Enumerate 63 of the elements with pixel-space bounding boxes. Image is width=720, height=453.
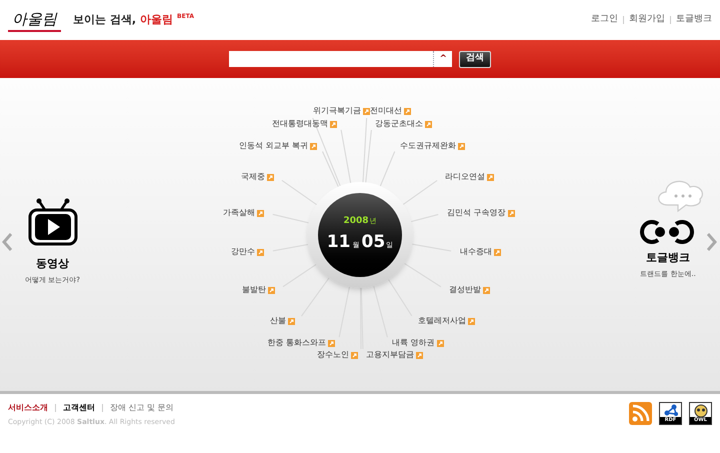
logo[interactable]: 아울림 (8, 8, 61, 32)
footer-link[interactable]: 서비스소개 (8, 402, 48, 414)
header-link[interactable]: 로그인 (591, 13, 618, 27)
keyword-link[interactable]: 국제중 (241, 172, 274, 182)
rss-icon[interactable] (629, 402, 652, 425)
external-link-icon (508, 210, 515, 216)
search-button[interactable]: 검색 (459, 50, 491, 68)
footer-link[interactable]: 고객센터 (63, 402, 95, 414)
keyword-link[interactable]: 전대통령대동맥 (272, 119, 337, 129)
external-link-icon (257, 248, 264, 256)
keyword-link[interactable]: 강만수 (231, 247, 264, 257)
keyword-link[interactable]: 김민석 구속영장 (447, 208, 515, 218)
footer-link[interactable]: 장애 신고 및 문의 (110, 402, 174, 414)
tv-play-icon[interactable] (28, 198, 78, 246)
header-link[interactable]: 회원가입 (629, 13, 665, 27)
external-link-icon (328, 340, 335, 346)
keyword-link[interactable]: 내륙 영하권 (392, 338, 444, 348)
keyword-link[interactable]: 전미대선 (370, 106, 411, 116)
external-link-icon (363, 108, 370, 114)
external-link-icon (330, 120, 337, 128)
external-link-icon (494, 248, 501, 256)
dropdown-toggle[interactable]: ^ (433, 51, 452, 67)
tagline: 보이는 검색, (73, 12, 136, 28)
keyword-link[interactable]: 가족살해 (223, 208, 264, 218)
year-text: 2008 (343, 214, 369, 228)
keyword-link[interactable]: 라디오연설 (445, 172, 494, 182)
keyword-link[interactable]: 불발탄 (242, 285, 275, 295)
external-link-icon (351, 352, 358, 358)
external-link-icon (458, 142, 465, 150)
panel-title[interactable]: 토글뱅크 (646, 250, 690, 266)
keyword-link[interactable]: 위기극복기금 (313, 106, 370, 116)
search-field[interactable]: ^ (229, 51, 452, 67)
keyword-link[interactable]: 한중 통화스와프 (267, 338, 335, 348)
chevron-right-icon[interactable] (707, 233, 717, 251)
external-link-icon (425, 120, 432, 128)
keyword-link[interactable]: 장수노인 (317, 350, 358, 360)
external-link-icon (416, 352, 423, 358)
keyword-link[interactable]: 결성반발 (449, 285, 490, 295)
month-text: 11 (326, 231, 350, 254)
keyword-link[interactable]: 강동군초대소 (375, 119, 432, 129)
external-link-icon (436, 340, 444, 346)
keyword-link[interactable]: 내수증대 (460, 247, 501, 257)
external-link-icon (310, 142, 317, 150)
external-link-icon (257, 210, 264, 216)
keyword-link[interactable]: 수도권규제완화 (400, 141, 465, 151)
external-link-icon (404, 108, 411, 114)
owl-icon (694, 404, 708, 417)
network-icon (662, 404, 678, 417)
day-text: 05 (362, 231, 386, 254)
keyword-link[interactable]: 호텔레저사업 (418, 316, 475, 326)
panel-title[interactable]: 동영상 (36, 256, 69, 272)
header-link[interactable]: 토글뱅크 (676, 13, 712, 27)
external-link-icon (468, 318, 475, 324)
keyword-link[interactable]: 고용지부담금 (366, 350, 423, 360)
chevron-left-icon[interactable] (2, 233, 12, 251)
external-link-icon (487, 174, 494, 180)
external-link-icon (268, 286, 275, 294)
external-link-icon (483, 286, 490, 294)
external-link-icon (288, 318, 295, 324)
keyword-link[interactable]: 산불 (270, 316, 295, 326)
keyword-link[interactable]: 인동석 외교부 복귀 (238, 141, 317, 151)
brand-name: 아울림 (140, 12, 174, 28)
external-link-icon (267, 174, 274, 180)
